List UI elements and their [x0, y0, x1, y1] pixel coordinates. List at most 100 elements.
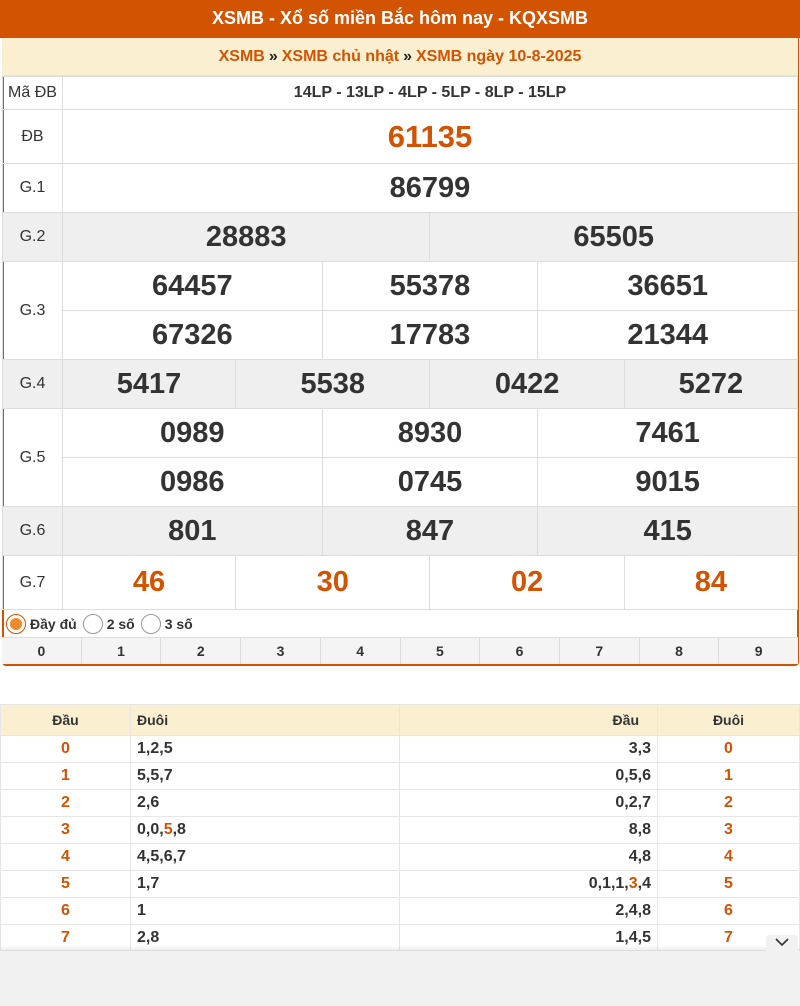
dau-right-text: 4,8: [628, 848, 651, 865]
option-full[interactable]: Đầy đủ: [6, 613, 77, 634]
dau-right-text: 3,3: [628, 740, 651, 757]
table-row: 3 0,0,5,8 8,8 3: [0, 816, 800, 844]
g6-label: G.6: [2, 506, 63, 556]
db-label: ĐB: [2, 109, 63, 164]
table-row: 2 2,6 0,2,7 2: [0, 789, 800, 817]
digit-filter-2[interactable]: 2: [161, 638, 242, 664]
g5-number: 7461: [635, 416, 700, 449]
option-three-digits[interactable]: 3 số: [140, 613, 193, 634]
table-row: 5 1,7 0,1,1,3,4 5: [0, 870, 800, 898]
digit-filter-7[interactable]: 7: [559, 638, 640, 664]
dau-cell: 0: [0, 735, 131, 763]
results-table: Mã ĐB 14LP - 13LP - 4LP - 5LP - 8LP - 15…: [2, 76, 799, 610]
digit-filter-4[interactable]: 4: [320, 638, 401, 664]
radio-full[interactable]: [6, 613, 26, 634]
duoi-cell: 1,7: [130, 870, 400, 898]
duoi-text: 1,7: [137, 875, 160, 892]
g2-number: 28883: [205, 220, 287, 253]
g4-label: G.4: [2, 359, 63, 409]
duoi-right-cell: 4: [657, 843, 800, 871]
dau-right-text: 2,4,8: [615, 902, 651, 919]
table-row: 4 4,5,6,7 4,8 4: [0, 843, 800, 871]
header-duoi: Đuôi: [130, 704, 400, 736]
g5-number: 0745: [397, 465, 463, 498]
digit-filter-8[interactable]: 8: [639, 638, 720, 664]
dau-right-highlight: 3: [628, 875, 638, 892]
digit-filter-5[interactable]: 5: [400, 638, 481, 664]
duoi-right-cell: 2: [657, 789, 800, 817]
dau-right-text: 0,5,6: [615, 767, 651, 784]
digit-filter-1[interactable]: 1: [81, 638, 162, 664]
g5-number: 0986: [160, 465, 225, 498]
dau-right-text-rest: ,4: [637, 875, 651, 892]
duoi-cell: 2,6: [130, 789, 400, 817]
breadcrumb-xsmb[interactable]: XSMB: [219, 48, 265, 65]
g5-number: 0989: [160, 416, 225, 449]
g4-number: 5538: [300, 367, 366, 400]
special-prize-number: 61135: [387, 118, 473, 154]
g7-number: 30: [316, 566, 349, 598]
digit-filter-6[interactable]: 6: [480, 638, 560, 664]
option-full-label: Đầy đủ: [30, 615, 77, 632]
g3-label: G.3: [2, 261, 63, 360]
g3-number: 21344: [627, 318, 708, 351]
dau-right-cell: 3,3: [399, 735, 658, 763]
dau-right-cell: 0,1,1,3,4: [399, 870, 658, 898]
breadcrumb-xsmb-date[interactable]: XSMB ngày 10-8-2025: [416, 48, 581, 65]
duoi-right-cell: 0: [657, 735, 800, 763]
duoi-cell: 5,5,7: [130, 762, 400, 790]
collapse-button[interactable]: [766, 935, 798, 953]
option-two-label: 2 số: [106, 615, 135, 632]
bottom-bar: [0, 950, 800, 1006]
option-two-digits[interactable]: 2 số: [82, 613, 135, 634]
digit-filter-0[interactable]: 0: [2, 638, 82, 664]
digit-filter-3[interactable]: 3: [241, 638, 321, 664]
breadcrumb-xsmb-sunday[interactable]: XSMB chủ nhật: [282, 48, 399, 65]
g6-number: 847: [405, 514, 455, 547]
duoi-cell: 4,5,6,7: [130, 843, 400, 871]
g5-label: G.5: [2, 408, 63, 507]
duoi-text: 2,8: [137, 929, 160, 946]
table-row: 7 2,8 1,4,5 7: [0, 924, 800, 952]
g6-number: 415: [643, 514, 692, 547]
digit-filter-bar: 0 1 2 3 4 5 6 7 8 9: [2, 638, 799, 664]
g7-number: 84: [694, 566, 728, 598]
duoi-cell: 1: [130, 897, 400, 925]
table-row: 6 1 2,4,8 6: [0, 897, 800, 925]
table-row: 1 5,5,7 0,5,6 1: [0, 762, 800, 790]
dau-cell: 2: [0, 789, 131, 817]
g3-number: 55378: [389, 269, 471, 302]
duoi-right-cell: 6: [657, 897, 800, 925]
dau-cell: 6: [0, 897, 131, 925]
header-dau: Đầu: [0, 704, 131, 736]
duoi-right-cell: 3: [657, 816, 800, 844]
radio-three-digits[interactable]: [140, 613, 161, 634]
header-duoi-right: Đuôi: [657, 704, 800, 736]
table-row: 0 1,2,5 3,3 0: [0, 735, 800, 763]
dau-right-cell: 4,8: [399, 843, 658, 871]
duoi-text: 1,2,5: [137, 740, 173, 757]
g7-label: G.7: [2, 555, 63, 610]
dau-cell: 3: [0, 816, 131, 844]
dau-cell: 7: [0, 924, 131, 952]
chevron-down-icon: [775, 938, 789, 947]
dau-cell: 4: [0, 843, 131, 871]
duoi-text: 4,5,6,7: [137, 848, 186, 865]
g2-label: G.2: [2, 212, 63, 262]
duoi-text: 1: [137, 902, 146, 919]
dau-right-cell: 2,4,8: [399, 897, 658, 925]
duoi-cell: 2,8: [130, 924, 400, 952]
duoi-text: 2,6: [137, 794, 160, 811]
breadcrumb-separator: »: [403, 48, 412, 65]
duoi-text: 0,0,: [137, 821, 164, 838]
g5-number: 9015: [635, 465, 700, 498]
g1-label: G.1: [2, 163, 63, 213]
radio-two-digits[interactable]: [82, 613, 103, 634]
dau-right-text: 1,4,5: [615, 929, 651, 946]
g6-number: 801: [168, 514, 217, 547]
dau-cell: 1: [0, 762, 131, 790]
duoi-text-rest: ,8: [172, 821, 186, 838]
duoi-right-cell: 1: [657, 762, 800, 790]
digit-filter-9[interactable]: 9: [719, 638, 799, 664]
dau-right-cell: 0,5,6: [399, 762, 658, 790]
